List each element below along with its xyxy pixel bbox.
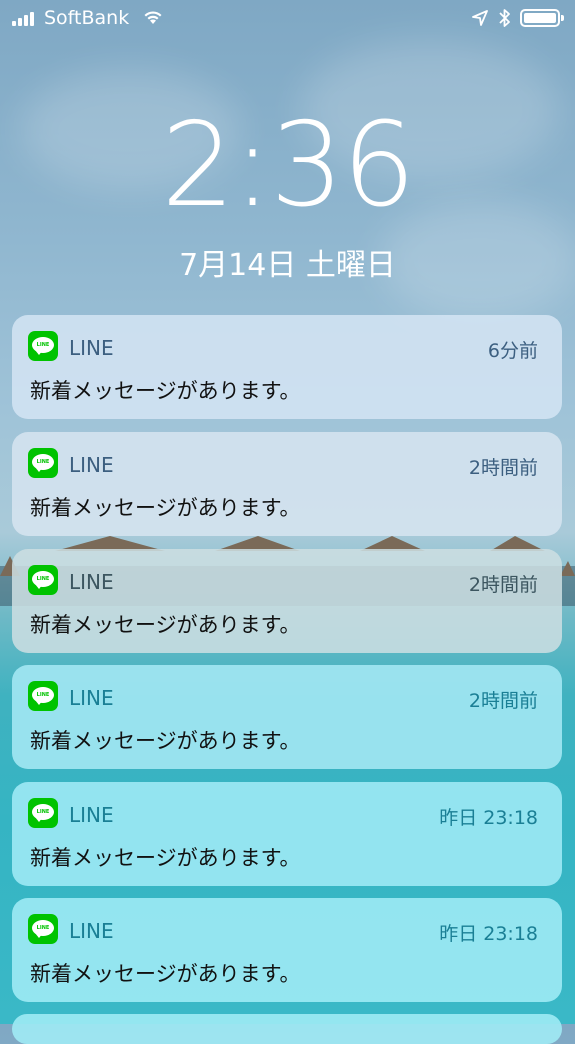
battery-icon	[520, 9, 564, 27]
notification-time: 2時間前	[468, 457, 538, 479]
notification-time: 2時間前	[468, 690, 538, 712]
notification-message: 新着メッセージがあります。	[30, 962, 301, 986]
lock-screen-date: 7月14日 土曜日	[179, 248, 396, 283]
notification-app-name: LINE	[69, 686, 114, 710]
status-bar: SoftBank	[0, 0, 575, 40]
line-app-icon: LINE	[28, 681, 58, 711]
notification-card[interactable]: LINE LINE 2時間前 新着メッセージがあります。	[12, 432, 562, 536]
notification-message: 新着メッセージがあります。	[30, 379, 301, 403]
notification-card[interactable]: LINE LINE 昨日 23:18 新着メッセージがあります。	[12, 782, 562, 886]
location-arrow-icon	[472, 10, 488, 26]
notification-message: 新着メッセージがあります。	[30, 846, 301, 870]
notification-app-name: LINE	[69, 453, 114, 477]
notification-card-partial[interactable]	[12, 1014, 562, 1044]
notification-app-name: LINE	[69, 336, 114, 360]
signal-icon	[12, 12, 34, 26]
notification-card[interactable]: LINE LINE 6分前 新着メッセージがあります。	[12, 315, 562, 419]
notification-time: 2時間前	[468, 574, 538, 596]
notification-app-name: LINE	[69, 803, 114, 827]
line-app-icon: LINE	[28, 798, 58, 828]
line-app-icon: LINE	[28, 448, 58, 478]
notification-card[interactable]: LINE LINE 2時間前 新着メッセージがあります。	[12, 549, 562, 653]
notification-message: 新着メッセージがあります。	[30, 496, 301, 520]
carrier-name: SoftBank	[44, 7, 130, 29]
line-app-icon: LINE	[28, 565, 58, 595]
wifi-icon	[144, 11, 162, 24]
line-app-icon: LINE	[28, 331, 58, 361]
bluetooth-icon	[499, 9, 510, 27]
notification-app-name: LINE	[69, 570, 114, 594]
notification-app-name: LINE	[69, 919, 114, 943]
notification-time: 6分前	[487, 340, 538, 362]
notification-time: 昨日 23:18	[439, 807, 538, 829]
line-app-icon: LINE	[28, 914, 58, 944]
notification-time: 昨日 23:18	[439, 923, 538, 945]
lock-screen-time: 2:36	[161, 98, 416, 233]
notification-card[interactable]: LINE LINE 昨日 23:18 新着メッセージがあります。	[12, 898, 562, 1002]
notification-message: 新着メッセージがあります。	[30, 729, 301, 753]
notification-card[interactable]: LINE LINE 2時間前 新着メッセージがあります。	[12, 665, 562, 769]
notification-message: 新着メッセージがあります。	[30, 613, 301, 637]
